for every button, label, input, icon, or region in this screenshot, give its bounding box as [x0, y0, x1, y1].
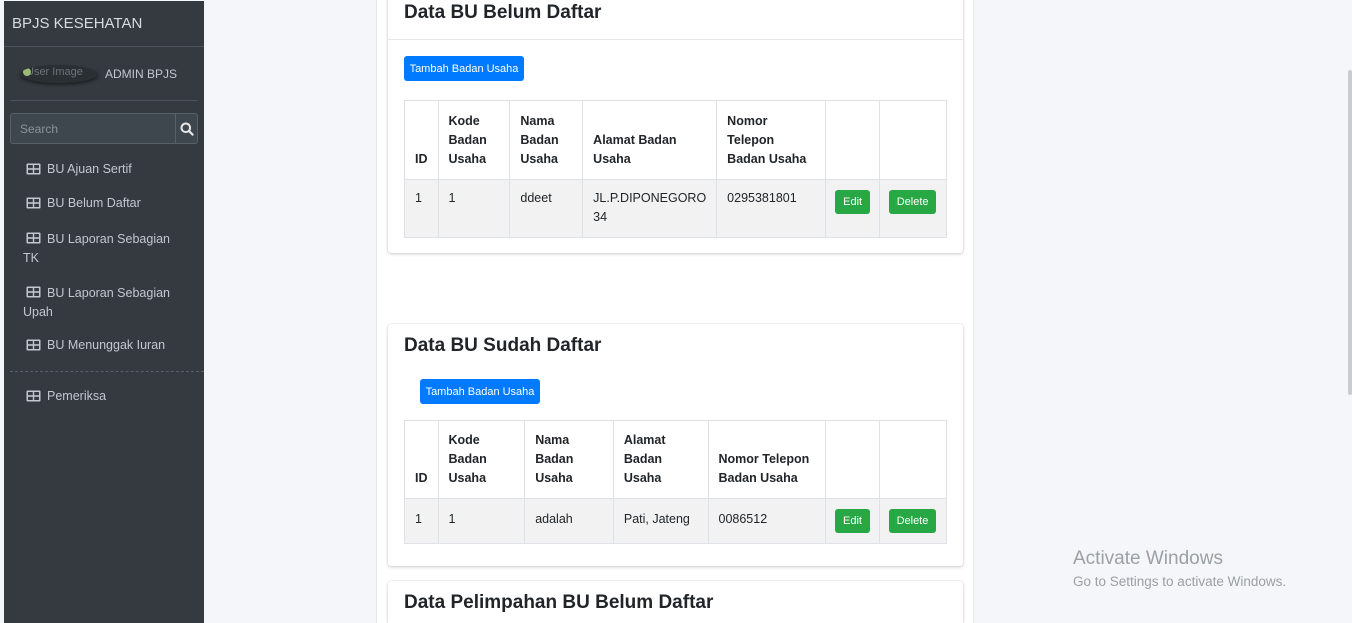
edit-button[interactable]: Edit — [834, 509, 870, 533]
table-icon — [26, 232, 41, 244]
activate-windows-watermark: Activate Windows Go to Settings to activ… — [1073, 548, 1286, 589]
column-header: Nomor Telepon Badan Usaha — [716, 100, 827, 180]
sidebar-item-bu-menunggak-iuran[interactable]: BU Menunggak Iuran — [4, 333, 204, 371]
column-header: Nomor Telepon Badan Usaha — [707, 420, 826, 499]
column-header — [879, 100, 947, 180]
cell-delete: Delete — [878, 498, 948, 544]
data-table: ID Kode Badan Usaha Nama Badan Usaha Ala… — [404, 420, 948, 544]
search-icon — [180, 122, 194, 136]
search-button[interactable] — [175, 114, 197, 143]
broken-image-icon — [23, 68, 31, 76]
column-header: Alamat Badan Usaha — [582, 100, 718, 180]
user-avatar: User Image — [20, 65, 98, 83]
sidebar-item-label-wrap: BU Laporan Sebagian Upah — [23, 283, 183, 322]
watermark-line2: Go to Settings to activate Windows. — [1073, 574, 1287, 589]
cell-telepon: 0086512 — [707, 498, 826, 544]
edit-button[interactable]: Edit — [835, 190, 871, 214]
data-table: ID Kode Badan Usaha Nama Badan Usaha Ala… — [404, 100, 947, 238]
column-header: ID — [404, 100, 439, 180]
sidebar-item-label: BU Laporan Sebagian TK — [23, 232, 171, 265]
sidebar-item-label: Pemeriksa — [47, 389, 107, 403]
sidebar-item-label: BU Belum Daftar — [47, 196, 141, 210]
cell-kode: 1 — [437, 179, 511, 238]
cell-telepon: 0295381801 — [716, 179, 827, 238]
table-icon — [26, 163, 41, 175]
table-icon — [26, 286, 41, 298]
sidebar-item-bu-ajuan-sertif[interactable]: BU Ajuan Sertif — [4, 157, 204, 191]
card-pelimpahan-bu-belum-daftar: Data Pelimpahan BU Belum Daftar — [388, 581, 963, 623]
column-header: Alamat Badan Usaha — [612, 420, 709, 499]
page-scrollbar[interactable] — [1348, 70, 1352, 395]
brand-title[interactable]: BPJS KESEHATAN — [4, 1, 204, 47]
sidebar-nav: BU Ajuan Sertif BU Belum Daftar BU Lapor… — [4, 157, 204, 406]
sidebar-item-bu-belum-daftar[interactable]: BU Belum Daftar — [4, 191, 204, 226]
cell-nama: adalah — [524, 498, 614, 544]
cell-id: 1 — [404, 179, 439, 238]
cell-kode: 1 — [437, 498, 526, 544]
sidebar-item-label: BU Laporan Sebagian Upah — [23, 286, 171, 319]
card-title: Data BU Sudah Daftar — [404, 335, 602, 356]
cell-alamat: Pati, Jateng — [612, 498, 709, 544]
card-bu-sudah-daftar: Data BU Sudah Daftar Tambah Badan Usaha … — [388, 324, 963, 566]
cell-edit: Edit — [825, 179, 881, 238]
table-icon — [26, 197, 41, 209]
sidebar-item-label-wrap: BU Laporan Sebagian TK — [23, 229, 183, 268]
cell-id: 1 — [404, 498, 439, 544]
column-header: Kode Badan Usaha — [437, 420, 526, 499]
table-row: 1 1 adalah Pati, Jateng 0086512 Edit Del… — [404, 498, 948, 544]
sidebar: BPJS KESEHATAN User Image ADMIN BPJS BU … — [4, 1, 204, 623]
sidebar-item-label: BU Menunggak Iuran — [47, 338, 166, 352]
add-badan-usaha-button[interactable]: Tambah Badan Usaha — [420, 379, 540, 404]
user-image-alt: User Image — [26, 66, 83, 78]
sidebar-search — [10, 113, 198, 144]
table-row: 1 1 ddeet JL.P.DIPONEGORO 34 0295381801 … — [404, 179, 947, 238]
table-icon — [26, 339, 41, 351]
sidebar-item-bu-laporan-sebagian-tk[interactable]: BU Laporan Sebagian TK — [4, 226, 204, 280]
sidebar-item-bu-laporan-sebagian-upah[interactable]: BU Laporan Sebagian Upah — [4, 280, 204, 333]
column-header — [824, 420, 880, 499]
column-header — [825, 100, 881, 180]
cell-alamat: JL.P.DIPONEGORO 34 — [582, 179, 718, 238]
card-header-divider — [388, 39, 963, 40]
add-badan-usaha-button[interactable]: Tambah Badan Usaha — [404, 56, 524, 81]
table-icon — [26, 390, 41, 402]
card-title: Data BU Belum Daftar — [404, 2, 602, 23]
column-header: Nama Badan Usaha — [524, 420, 614, 499]
column-header — [879, 420, 948, 499]
user-name[interactable]: ADMIN BPJS — [105, 67, 177, 81]
sidebar-item-label: BU Ajuan Sertif — [47, 162, 132, 176]
cell-edit: Edit — [824, 498, 880, 544]
card-bu-belum-daftar: Data BU Belum Daftar Tambah Badan Usaha … — [388, 0, 963, 253]
sidebar-item-pemeriksa[interactable]: Pemeriksa — [4, 372, 204, 406]
cell-nama: ddeet — [509, 179, 584, 238]
user-panel: User Image ADMIN BPJS — [10, 47, 198, 101]
column-header: Kode Badan Usaha — [437, 100, 511, 180]
column-header: ID — [404, 420, 439, 499]
cell-delete: Delete — [879, 179, 947, 238]
watermark-line1: Activate Windows — [1073, 548, 1223, 569]
card-title: Data Pelimpahan BU Belum Daftar — [404, 592, 714, 613]
column-header: Nama Badan Usaha — [509, 100, 584, 180]
delete-button[interactable]: Delete — [889, 190, 937, 214]
search-input[interactable] — [11, 114, 175, 143]
delete-button[interactable]: Delete — [888, 509, 936, 533]
